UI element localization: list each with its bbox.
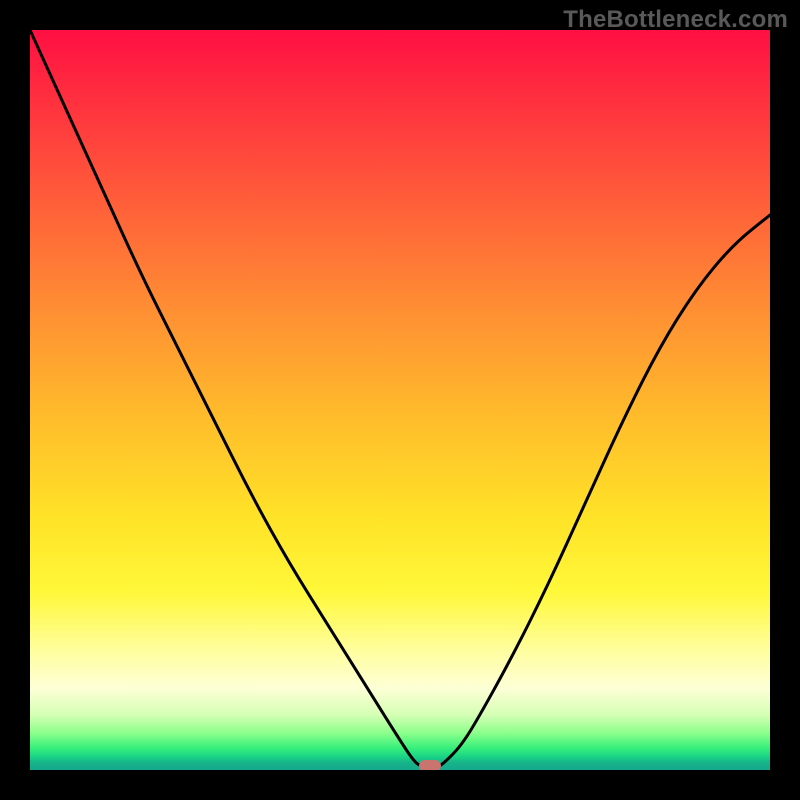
curve-svg — [30, 30, 770, 770]
plot-area — [30, 30, 770, 770]
watermark-text: TheBottleneck.com — [563, 6, 788, 34]
bottleneck-curve — [30, 30, 770, 769]
minimum-marker — [419, 760, 441, 770]
chart-frame: TheBottleneck.com — [0, 0, 800, 800]
